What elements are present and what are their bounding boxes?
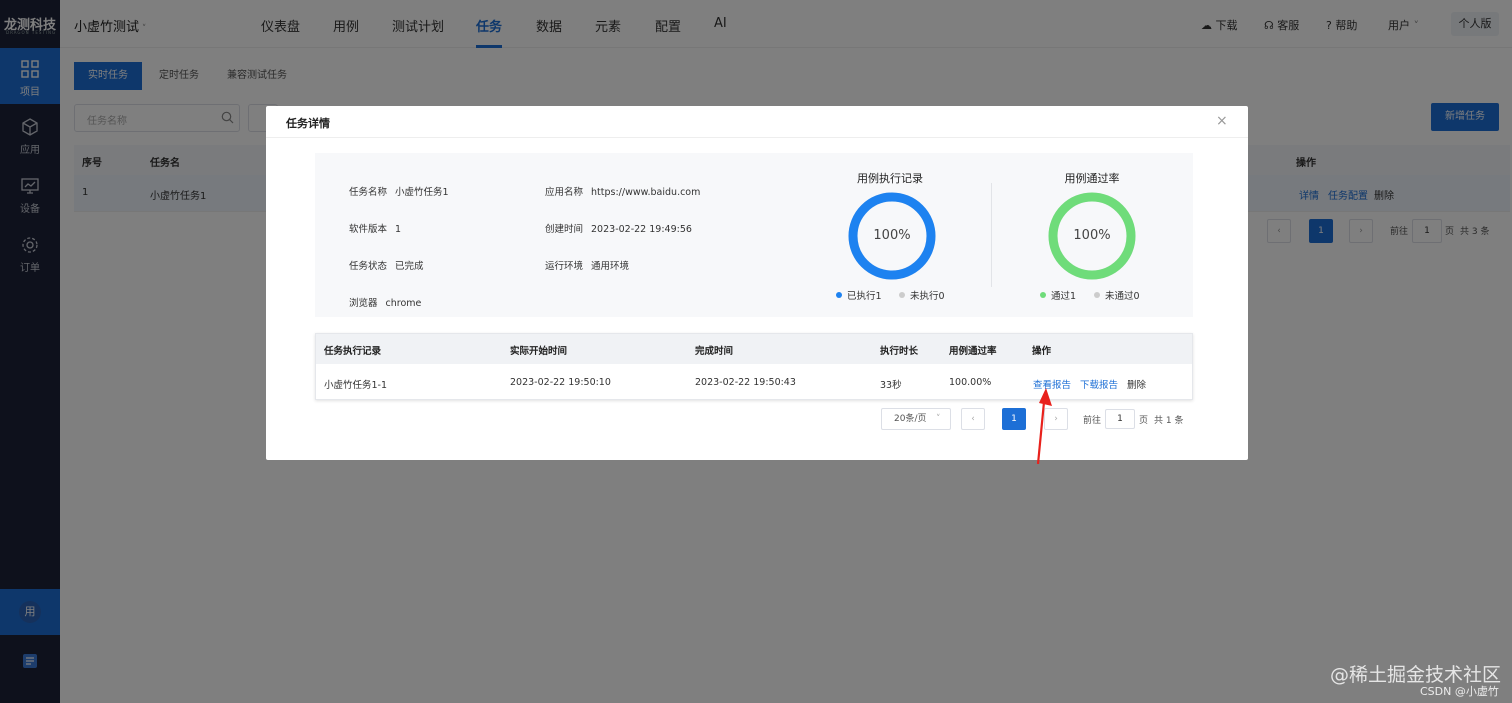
pass-rate-donut: 100% (1047, 191, 1137, 281)
legend-item: 已执行1 (836, 288, 882, 302)
column-duration: 执行时长 (880, 346, 919, 357)
legend-item: 未执行0 (899, 288, 945, 302)
column-pass-rate: 用例通过率 (949, 346, 997, 357)
info-app-name: 应用名称 https://www.baidu.com (545, 187, 701, 198)
close-icon[interactable]: × (1216, 113, 1228, 129)
page-number[interactable]: 1 (1002, 408, 1026, 430)
pass-rate-chart-title: 用例通过率 (1064, 172, 1120, 185)
execution-donut: 100% (847, 191, 937, 281)
record-pass-rate: 100.00% (949, 377, 992, 388)
record-start: 2023-02-22 19:50:10 (510, 377, 611, 388)
dialog-title: 任务详情 (286, 117, 330, 130)
total-count: 共 1 条 (1154, 416, 1184, 426)
info-task-status: 任务状态 已完成 (349, 261, 424, 272)
info-browser: 浏览器 chrome (349, 298, 422, 309)
goto-input[interactable]: 1 (1105, 409, 1135, 429)
column-end-time: 完成时间 (695, 346, 734, 357)
legend-dot (899, 292, 905, 298)
chevron-down-icon: ˅ (936, 414, 941, 424)
watermark-sub: CSDN @小虚竹 (1420, 685, 1499, 698)
download-report-link[interactable]: 下载报告 (1080, 377, 1118, 391)
legend-dot (1094, 292, 1100, 298)
goto-label: 前往 (1083, 416, 1102, 426)
delete-link[interactable]: 删除 (1127, 377, 1146, 391)
info-task-name: 任务名称 小虚竹任务1 (349, 187, 449, 198)
page-size-select[interactable]: 20条/页 ˅ (881, 408, 951, 430)
record-name: 小虚竹任务1-1 (324, 380, 388, 391)
legend-item: 未通过0 (1094, 288, 1140, 302)
task-info-panel: 任务名称 小虚竹任务1 软件版本 1 任务状态 已完成 浏览器 chrome 应用名称 h… (315, 153, 1193, 317)
page-unit: 页 (1139, 416, 1149, 426)
legend-dot (1040, 292, 1046, 298)
task-detail-dialog: 任务详情 × 任务名称 小虚竹任务1 软件版本 1 任务状态 已完成 浏览器 chrom… (266, 106, 1248, 460)
info-created-at: 创建时间 2023-02-22 19:49:56 (545, 224, 692, 235)
records-table-header: 任务执行记录 实际开始时间 完成时间 执行时长 用例通过率 操作 (316, 334, 1192, 364)
legend-dot (836, 292, 842, 298)
annotation-arrow-icon (1036, 388, 1052, 464)
pass-rate-percent: 100% (1073, 228, 1111, 243)
column-start-time: 实际开始时间 (510, 346, 568, 357)
record-end: 2023-02-22 19:50:43 (695, 377, 796, 388)
info-run-env: 运行环境 通用环境 (545, 261, 630, 272)
execution-percent: 100% (873, 228, 911, 243)
info-software-version: 软件版本 1 (349, 224, 402, 235)
chart-divider (991, 183, 992, 287)
divider (266, 137, 1248, 138)
prev-page-button[interactable]: ‹ (961, 408, 985, 430)
record-duration: 33秒 (880, 380, 902, 391)
execution-chart-title: 用例执行记录 (857, 172, 923, 185)
legend-item: 通过1 (1040, 288, 1076, 302)
column-ops: 操作 (1032, 346, 1052, 357)
column-record: 任务执行记录 (324, 346, 382, 357)
execution-records-table: 任务执行记录 实际开始时间 完成时间 执行时长 用例通过率 操作 小虚竹任务1-… (315, 333, 1193, 400)
